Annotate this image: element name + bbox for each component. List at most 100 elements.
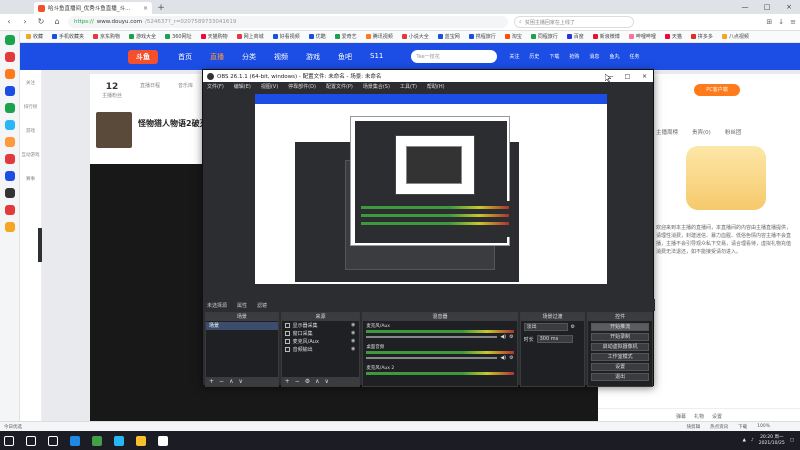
menu-scene-collection[interactable]: 场景集合(S)	[363, 83, 390, 90]
ie-icon[interactable]	[70, 435, 80, 446]
add-icon[interactable]: +	[285, 378, 290, 385]
task-view-icon[interactable]	[48, 435, 58, 446]
menu-profile[interactable]: 配置文件(P)	[326, 83, 353, 90]
browser-search-box[interactable]: ⌕ 贫困主播回家在上线了	[514, 16, 634, 28]
obs-preview-canvas[interactable]	[255, 94, 607, 292]
duration-input[interactable]: 300 ms	[536, 335, 573, 343]
notification-icon[interactable]: ▢	[790, 438, 794, 443]
settings-button[interactable]: 设置	[591, 363, 649, 371]
move-up-icon[interactable]: ∧	[229, 378, 233, 385]
sidebar-app-icon[interactable]	[4, 205, 15, 215]
bookmark-item[interactable]: 天猫购物	[200, 33, 228, 40]
bookmark-item[interactable]: 收藏	[26, 33, 43, 40]
start-icon[interactable]	[4, 435, 14, 446]
bookmark-item[interactable]: 天猫	[664, 33, 682, 40]
forward-icon[interactable]: ›	[20, 17, 30, 27]
move-up-icon[interactable]: ∧	[315, 378, 319, 385]
side-item[interactable]: 排行榜	[24, 104, 38, 110]
obs-titlebar[interactable]: OBS 26.1.1 (64-bit, windows) - 配置文件: 未命名…	[203, 70, 653, 82]
side-item[interactable]: 游戏	[26, 128, 35, 134]
clock[interactable]: 20:20 周一 2021/10/25	[759, 435, 785, 447]
eye-icon[interactable]: ◉	[351, 322, 355, 328]
explorer-icon[interactable]	[136, 435, 146, 446]
header-icon[interactable]: 历史	[529, 53, 539, 60]
start-streaming-button[interactable]: 开始推流	[591, 323, 649, 331]
stat-fans[interactable]: 12 主播粉丝	[102, 82, 122, 99]
status-item[interactable]: 热点资讯	[710, 424, 728, 430]
add-icon[interactable]: +	[209, 378, 214, 385]
menu-docks[interactable]: 停靠部件(D)	[288, 83, 316, 90]
bookmark-item[interactable]: 哔哩哔哩	[628, 33, 656, 40]
menu-edit[interactable]: 编辑(E)	[234, 83, 251, 90]
bookmark-item[interactable]: 小说大全	[401, 33, 429, 40]
extensions-icon[interactable]: ⊞	[766, 18, 772, 26]
eye-icon[interactable]: ◉	[351, 346, 355, 352]
menu-file[interactable]: 文件(F)	[207, 83, 224, 90]
bookmark-item[interactable]: 游戏大全	[129, 33, 156, 40]
chat-settings[interactable]: 设置	[712, 413, 722, 420]
bookmark-item[interactable]: 同程旅行	[530, 33, 558, 40]
douyu-logo[interactable]: 斗鱼	[128, 49, 158, 64]
sidebar-app-icon[interactable]	[4, 137, 15, 147]
url-bar[interactable]: https://www.douyu.com/524637?_r=02075897…	[68, 16, 508, 28]
menu-help[interactable]: 帮助(H)	[427, 83, 445, 90]
start-virtual-camera-button[interactable]: 启动虚拟摄像机	[591, 343, 649, 351]
bookmark-item[interactable]: 八点视频	[721, 33, 749, 40]
header-icon[interactable]: 关注	[509, 53, 519, 60]
move-down-icon[interactable]: ∨	[238, 378, 242, 385]
tab-fans[interactable]: 粉丝团	[725, 128, 742, 136]
obs-maximize-button[interactable]: □	[619, 73, 636, 80]
status-item[interactable]: 下载	[738, 424, 747, 430]
move-down-icon[interactable]: ∨	[325, 378, 329, 385]
chat-danmu[interactable]: 弹幕	[676, 413, 686, 420]
bookmark-item[interactable]: 京东购物	[93, 33, 120, 40]
bookmark-item[interactable]: 腾讯视频	[365, 33, 393, 40]
bookmark-item[interactable]: 拼多多	[690, 33, 713, 40]
filters-button[interactable]: 滤镜	[257, 302, 267, 309]
sidebar-app-icon[interactable]	[4, 154, 15, 164]
browser-tab[interactable]: 哈斗鱼直播间_优秀斗鱼直播_斗... ×	[34, 2, 152, 14]
nav-item[interactable]: 游戏	[306, 52, 320, 62]
refresh-icon[interactable]: ↻	[36, 17, 46, 27]
volume-icon[interactable]: ♪	[751, 438, 754, 443]
sidebar-app-icon[interactable]	[4, 171, 15, 181]
streamer-avatar[interactable]	[96, 112, 132, 148]
stat-schedule[interactable]: 直播日程	[140, 82, 160, 99]
header-icon[interactable]: 鱼丸	[609, 53, 619, 60]
bookmark-item[interactable]: 360网址	[165, 33, 192, 40]
header-icon[interactable]: 任务	[629, 53, 639, 60]
bookmark-item[interactable]: 爱奇艺	[334, 33, 357, 40]
bookmark-item[interactable]: 网上商城	[236, 33, 264, 40]
360-icon[interactable]	[92, 435, 102, 446]
source-item[interactable]: 显示器采集 ◉	[282, 321, 360, 329]
studio-mode-button[interactable]: 工作室模式	[591, 353, 649, 361]
volume-slider[interactable]: ◀) ⚙	[366, 355, 514, 361]
source-item[interactable]: 麦克风/Aux ◉	[282, 337, 360, 345]
bookmark-item[interactable]: 蓝宝网	[437, 33, 460, 40]
transition-type-select[interactable]: 淡出	[523, 323, 568, 331]
sidebar-app-icon[interactable]	[4, 52, 15, 62]
nav-item[interactable]: 视频	[274, 52, 288, 62]
chat-gift[interactable]: 礼物	[694, 413, 704, 420]
sidebar-app-icon[interactable]	[4, 69, 15, 79]
volume-icon[interactable]: ◀)	[500, 334, 506, 340]
source-item[interactable]: 窗口采集 ◉	[282, 329, 360, 337]
search-icon[interactable]	[26, 435, 36, 446]
bookmark-item[interactable]: 好看视频	[272, 33, 300, 40]
volume-slider[interactable]: ◀) ⚙	[366, 334, 514, 340]
close-button[interactable]: ×	[778, 0, 800, 14]
nav-item[interactable]: 分类	[242, 52, 256, 62]
status-daily-pick[interactable]: 今日优选	[4, 424, 22, 430]
back-icon[interactable]: ‹	[4, 17, 14, 27]
header-icon[interactable]: 消息	[589, 53, 599, 60]
sidebar-app-icon[interactable]	[4, 120, 15, 130]
properties-button[interactable]: 属性	[237, 302, 247, 309]
new-tab-button[interactable]: +	[155, 2, 167, 14]
scene-item[interactable]: 场景	[206, 322, 278, 330]
bookmark-item[interactable]: 百度	[566, 33, 584, 40]
maximize-button[interactable]: □	[756, 0, 778, 14]
obs-close-button[interactable]: ×	[636, 73, 653, 80]
sidebar-app-icon[interactable]	[4, 222, 15, 232]
side-item[interactable]: 互动游戏	[22, 152, 40, 158]
status-item[interactable]: 快剪辑	[687, 424, 701, 430]
